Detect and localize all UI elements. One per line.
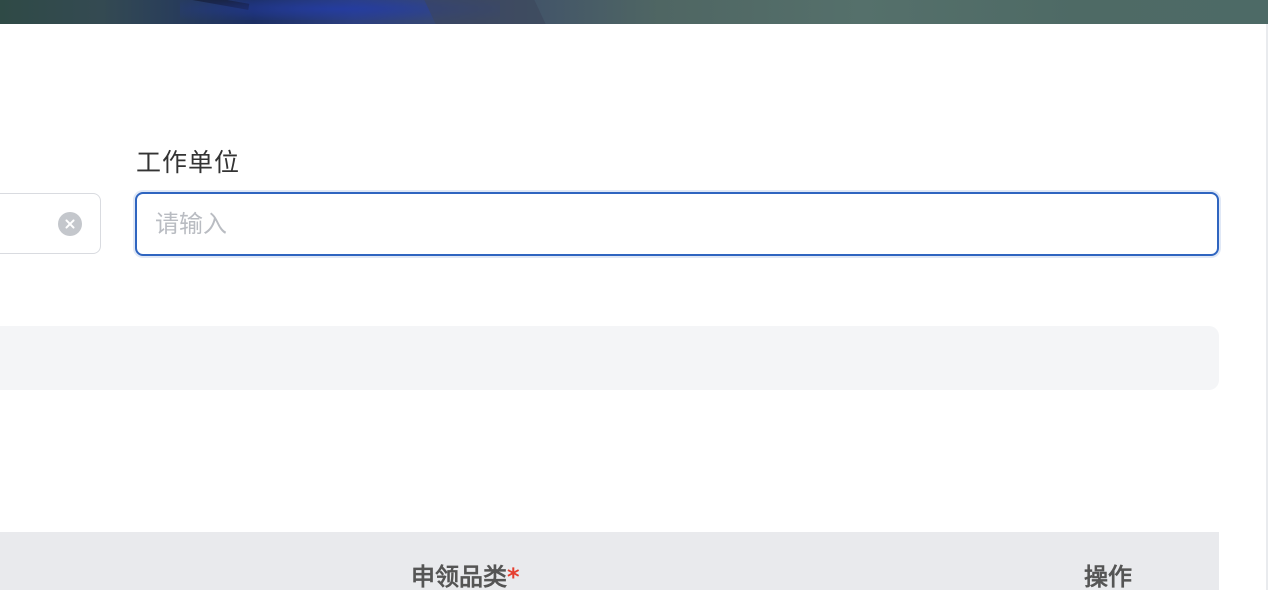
table-header: [0, 532, 1219, 590]
page: 工作单位 申领品类* 操作: [0, 0, 1268, 590]
work-unit-input[interactable]: [135, 192, 1219, 256]
work-unit-label: 工作单位: [136, 148, 241, 177]
header-banner-image: [0, 0, 1268, 24]
banner-detail: [420, 0, 550, 24]
section-bar: [0, 326, 1219, 390]
column-header-category: 申领品类*: [411, 560, 520, 590]
column-header-category-label: 申领品类: [411, 563, 507, 590]
previous-field-input[interactable]: [0, 193, 101, 254]
clear-icon[interactable]: [58, 212, 82, 236]
required-mark: *: [507, 563, 520, 590]
column-header-action: 操作: [1084, 563, 1132, 590]
